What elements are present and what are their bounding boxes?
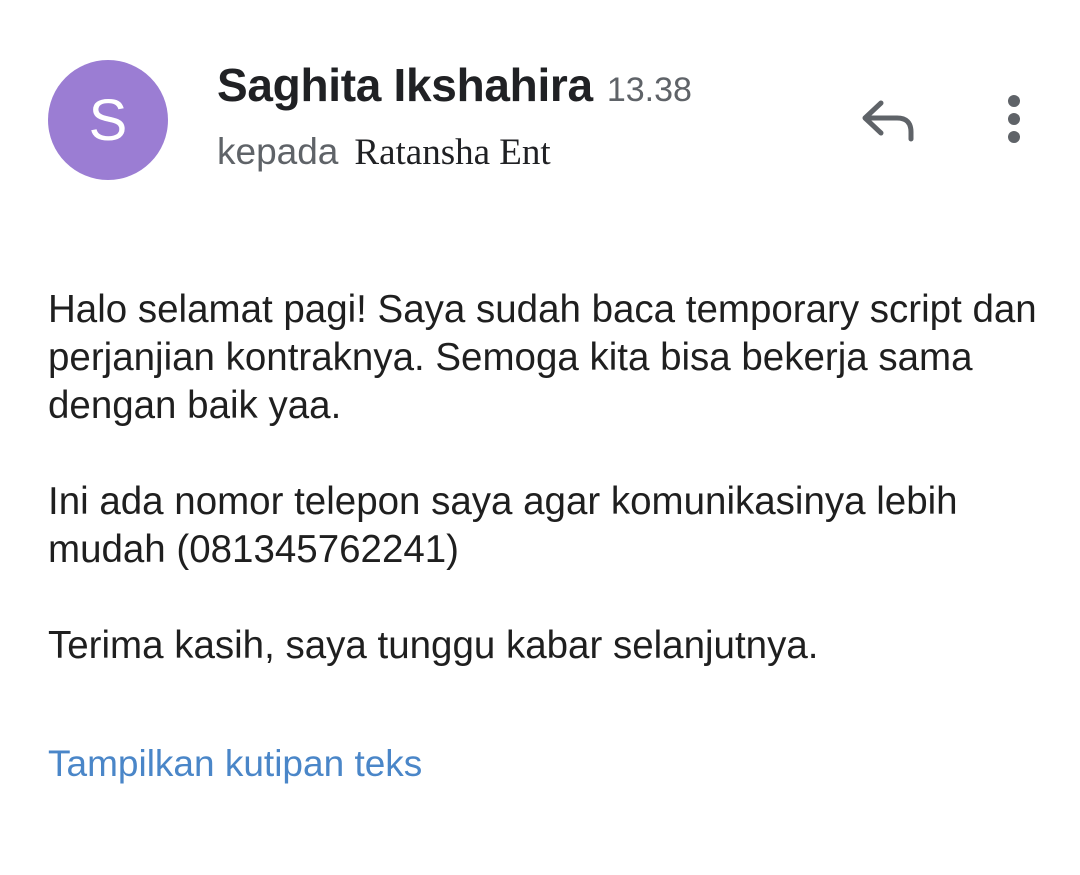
recipient-line[interactable]: kepada Ratansha Ent [217,131,551,174]
message-time: 13.38 [606,71,692,109]
recipient-name: Ratansha Ent [354,132,551,173]
show-quoted-text-link[interactable]: Tampilkan kutipan teks [48,743,422,785]
sender-avatar[interactable]: S [48,60,168,180]
reply-button[interactable] [852,88,924,152]
more-vert-icon [1008,95,1020,143]
to-label: kepada [217,131,339,172]
sender-header: Saghita Ikshahira 13.38 [217,58,692,112]
message-body: Halo selamat pagi! Saya sudah baca tempo… [48,286,1048,718]
body-paragraph: Terima kasih, saya tunggu kabar selanjut… [48,624,819,667]
reply-icon [862,100,914,142]
body-paragraph: Halo selamat pagi! Saya sudah baca tempo… [48,288,1037,427]
sender-name[interactable]: Saghita Ikshahira [217,59,593,111]
avatar-letter: S [88,87,128,153]
body-paragraph: Ini ada nomor telepon saya agar komunika… [48,480,958,571]
more-options-button[interactable] [990,88,1038,152]
